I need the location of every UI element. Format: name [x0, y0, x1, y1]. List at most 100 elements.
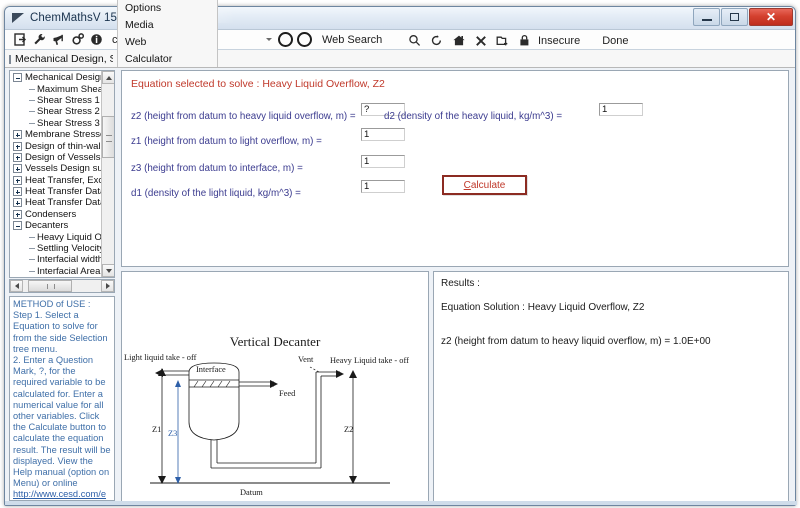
- web-search-label[interactable]: Web Search: [322, 34, 382, 46]
- close-x-icon[interactable]: [471, 31, 490, 50]
- diagram-label-light-takeoff: Light liquid take - off: [124, 353, 197, 362]
- tree-node[interactable]: Membrane Stresses: [11, 129, 102, 140]
- tab-web[interactable]: Web: [117, 33, 219, 50]
- tree-expand-icon[interactable]: [13, 209, 22, 219]
- application-window: ChemMathsV 15.3 - Registered ✕ chemdefau…: [4, 0, 797, 506]
- tree-collapse-icon[interactable]: [13, 221, 22, 231]
- tree-node[interactable]: Heavy Liquid Ove: [11, 231, 102, 243]
- wrench-icon[interactable]: [30, 30, 49, 49]
- home-icon[interactable]: [449, 31, 468, 50]
- diagram-label-feed: Feed: [279, 389, 296, 398]
- tree-expand-icon[interactable]: [13, 198, 22, 208]
- equation-title: Equation selected to solve : Heavy Liqui…: [131, 78, 385, 90]
- tab-options[interactable]: Options: [117, 0, 219, 16]
- tree-node-label: Shear Stress 3: [37, 117, 100, 129]
- tree-node[interactable]: Design of Vessels su: [11, 152, 102, 163]
- search-icon[interactable]: [405, 31, 424, 50]
- tree-hscroll-thumb[interactable]: [28, 280, 72, 292]
- tree-node[interactable]: Interfacial Area - I: [11, 266, 102, 277]
- field-label-d2: d2 (density of the heavy liquid, kg/m^3)…: [384, 111, 563, 122]
- tree-node[interactable]: Heat Transfer, Excha: [11, 175, 102, 186]
- tree-horizontal-scrollbar[interactable]: [9, 279, 115, 293]
- tree-node-label: Heat Transfer Data. T: [25, 186, 102, 198]
- tree-vertical-scrollbar[interactable]: [101, 71, 114, 277]
- equation-input-panel: Equation selected to solve : Heavy Liqui…: [121, 70, 789, 267]
- diagram-label-datum: Datum: [240, 488, 263, 497]
- tree-node[interactable]: Heat Transfer Data. L: [11, 197, 102, 208]
- minimize-icon: [701, 19, 712, 21]
- calculate-label: alculate: [470, 179, 506, 191]
- nav-circle-forward-icon[interactable]: [296, 32, 312, 47]
- chevron-down-icon[interactable]: [264, 33, 274, 47]
- tree-node[interactable]: Maximum Shear S: [11, 83, 102, 95]
- tree-expand-icon[interactable]: [13, 175, 22, 185]
- calculate-button[interactable]: Calculate: [442, 175, 527, 195]
- tree-node-list: Mechanical Design, SMaximum Shear SShear…: [10, 71, 102, 277]
- tree-node[interactable]: Shear Stress 2: [11, 106, 102, 117]
- calculate-accelerator: C: [463, 179, 471, 191]
- tree-expand-icon[interactable]: [13, 141, 22, 151]
- tree-node-label: Heat Transfer, Excha: [25, 174, 102, 186]
- info-icon[interactable]: [87, 30, 106, 49]
- help-manual-link[interactable]: http://www.cesd.com/equhelpgen.aspx: [13, 489, 111, 500]
- content-area: Mechanical Design, SMaximum Shear SShear…: [5, 68, 795, 505]
- tree-node[interactable]: Pipes: [11, 277, 102, 278]
- tree-expand-icon[interactable]: [13, 187, 22, 197]
- close-button[interactable]: ✕: [749, 8, 793, 26]
- tree-collapse-icon[interactable]: [13, 73, 22, 83]
- tree-node[interactable]: Mechanical Design, S: [11, 72, 102, 83]
- megaphone-icon[interactable]: [49, 30, 68, 49]
- results-heading: Results :: [441, 278, 480, 289]
- diagram-label-z3: Z3: [168, 429, 177, 438]
- tree-node-label: Interfacial width - I: [37, 254, 102, 266]
- nav-circle-back-icon[interactable]: [277, 32, 293, 47]
- diagram-label-z1: Z1: [152, 425, 161, 434]
- tree-expand-icon[interactable]: [13, 130, 22, 140]
- tree-header-label: Mechanical Design, S: [15, 53, 113, 65]
- diagram-label-z2: Z2: [344, 425, 353, 434]
- field-label-d1: d1 (density of the light liquid, kg/m^3)…: [131, 188, 301, 199]
- scroll-right-arrow-icon[interactable]: [101, 280, 114, 292]
- security-status-label: Insecure: [538, 34, 581, 47]
- tree-node[interactable]: Vessels Design subj: [11, 163, 102, 174]
- refresh-icon[interactable]: [427, 31, 446, 50]
- tree-node-label: Heat Transfer Data. L: [25, 197, 102, 209]
- equation-selection-tree[interactable]: Mechanical Design, SMaximum Shear SShear…: [9, 70, 115, 278]
- tab-calculator[interactable]: Calculator: [117, 50, 219, 67]
- tree-node[interactable]: Design of thin-walled: [11, 140, 102, 152]
- tab-media[interactable]: Media: [117, 16, 219, 33]
- tree-scroll-thumb[interactable]: [102, 116, 114, 158]
- new-folder-icon[interactable]: [493, 31, 512, 50]
- diagram-label-interface: Interface: [196, 365, 226, 374]
- exit-door-icon[interactable]: [11, 30, 30, 49]
- tree-node-label: Shear Stress 1: [37, 94, 100, 106]
- tree-node[interactable]: Condensers: [11, 209, 102, 220]
- method-of-use-text: METHOD of USE : Step 1. Select a Equatio…: [13, 299, 111, 489]
- method-of-use-panel: METHOD of USE : Step 1. Select a Equatio…: [9, 296, 115, 501]
- tree-node[interactable]: Shear Stress 1: [11, 95, 102, 106]
- tree-node[interactable]: Shear Stress 3: [11, 118, 102, 129]
- tree-node-label: Design of Vessels su: [25, 151, 102, 163]
- field-input-d2[interactable]: [599, 103, 643, 116]
- tree-node[interactable]: Settling Velocity,: [11, 243, 102, 254]
- field-input-z1[interactable]: [361, 128, 405, 141]
- field-input-z3[interactable]: [361, 155, 405, 168]
- scroll-left-arrow-icon[interactable]: [10, 280, 23, 292]
- tree-node[interactable]: Heat Transfer Data. T: [11, 186, 102, 197]
- gear-icon[interactable]: [68, 30, 87, 49]
- scroll-up-arrow-icon[interactable]: [102, 71, 114, 84]
- tree-expand-icon[interactable]: [13, 164, 22, 174]
- window-bottom-edge: [5, 501, 797, 505]
- tree-expand-icon[interactable]: [13, 152, 22, 162]
- maximize-button[interactable]: [721, 8, 748, 26]
- toolbar-right-group: Insecure Done: [405, 30, 629, 51]
- scroll-down-arrow-icon[interactable]: [102, 264, 114, 277]
- lock-icon[interactable]: [515, 31, 534, 50]
- tree-header-collapse-icon[interactable]: [9, 54, 11, 64]
- tree-node[interactable]: Decanters: [11, 220, 102, 231]
- field-input-d1[interactable]: [361, 180, 405, 193]
- minimize-button[interactable]: [693, 8, 720, 26]
- tabs-container: Units ConversionsEquationsChemical DataD…: [117, 0, 219, 67]
- tree-node-label: Mechanical Design, S: [25, 72, 102, 84]
- tree-node[interactable]: Interfacial width - I: [11, 254, 102, 265]
